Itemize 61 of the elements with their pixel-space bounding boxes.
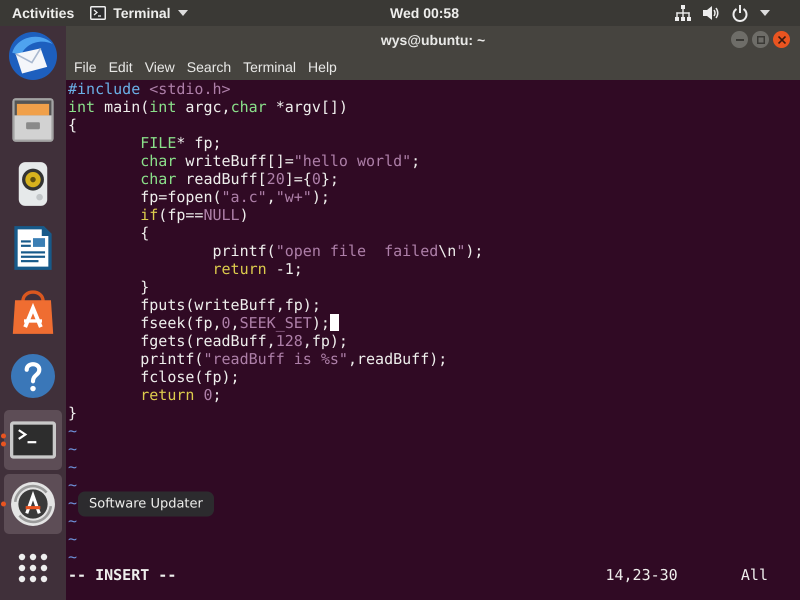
empty-line-marker: ~ xyxy=(68,548,78,566)
window-title: wys@ubuntu: ~ xyxy=(380,32,486,48)
code-line: return -1; xyxy=(212,260,303,278)
code-line: fclose(fp); xyxy=(140,368,240,386)
menu-item[interactable]: View xyxy=(138,57,181,77)
file-cabinet-icon xyxy=(10,97,56,143)
close-button[interactable] xyxy=(773,31,790,48)
code-line: } xyxy=(140,278,150,296)
code-line: if(fp==NULL) xyxy=(140,206,249,224)
dock-item[interactable] xyxy=(4,410,62,470)
empty-line-marker: ~ xyxy=(68,512,78,530)
clock[interactable]: Wed 00:58 xyxy=(390,5,459,21)
menu-item[interactable]: File xyxy=(68,57,103,77)
code-line: { xyxy=(68,116,78,134)
code-line: char writeBuff[]="hello world"; xyxy=(140,152,420,170)
code-line: } xyxy=(68,404,78,422)
code-line: int main(int argc,char *argv[]) xyxy=(68,98,348,116)
empty-line-marker: ~ xyxy=(68,458,78,476)
menu-item[interactable]: Terminal xyxy=(237,57,302,77)
update-icon xyxy=(10,481,56,527)
code-line: { xyxy=(140,224,150,242)
activities-button[interactable]: Activities xyxy=(12,5,74,21)
code-line: fp=fopen("a.c","w+"); xyxy=(140,188,330,206)
code-line: return 0; xyxy=(140,386,222,404)
menu-item[interactable]: Help xyxy=(302,57,343,77)
tooltip: Software Updater xyxy=(78,492,214,516)
volume-icon xyxy=(703,5,720,21)
dock-item[interactable] xyxy=(4,474,62,534)
terminal-icon xyxy=(10,421,56,459)
terminal-icon xyxy=(90,6,106,20)
code-line: #include <stdio.h> xyxy=(68,80,231,98)
shopping-bag-icon xyxy=(11,289,55,335)
caret-icon xyxy=(760,10,770,16)
code-line: char readBuff[20]={0}; xyxy=(140,170,339,188)
empty-line-marker: ~ xyxy=(68,440,78,458)
help-icon xyxy=(11,354,55,398)
minimize-icon xyxy=(736,38,744,40)
code-line: printf("readBuff is %s",readBuff); xyxy=(140,350,448,368)
power-icon xyxy=(732,4,748,22)
app-menu[interactable]: Terminal xyxy=(90,5,188,21)
maximize-icon xyxy=(756,36,764,44)
close-icon xyxy=(778,36,786,44)
code-line: printf("open file failed\n"); xyxy=(212,242,484,260)
system-menu-button[interactable] xyxy=(675,4,770,22)
menu-item[interactable]: Edit xyxy=(102,57,139,77)
mail-icon xyxy=(9,32,57,80)
code-line: fputs(writeBuff,fp); xyxy=(140,296,321,314)
caret-icon xyxy=(178,10,188,16)
code-line: fgets(readBuff,128,fp); xyxy=(140,332,348,350)
empty-line-marker: ~ xyxy=(68,530,78,548)
empty-line-marker: ~ xyxy=(68,476,78,494)
code-line: fseek(fp,0,SEEK_SET); xyxy=(140,314,330,332)
scroll-position: All xyxy=(740,566,768,584)
code-line: FILE* fp; xyxy=(140,134,222,152)
empty-line-marker: ~ xyxy=(68,422,78,440)
empty-line-marker: ~ xyxy=(68,494,78,512)
cursor-position: 14,23-30 xyxy=(605,566,678,584)
mode-indicator: -- INSERT -- xyxy=(68,566,176,584)
apps-grid-icon xyxy=(18,553,48,583)
menu-item[interactable]: Search xyxy=(180,57,238,77)
network-icon xyxy=(675,5,691,21)
